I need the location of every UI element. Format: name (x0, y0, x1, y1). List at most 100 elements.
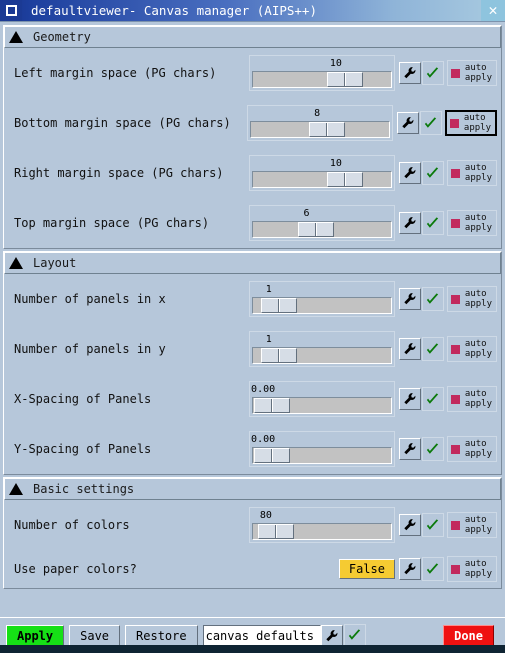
wrench-icon[interactable] (320, 624, 343, 647)
slider-track[interactable] (251, 523, 392, 540)
wrench-icon[interactable] (398, 212, 421, 234)
wrench-icon[interactable] (398, 338, 421, 360)
row-tools: auto apply (398, 210, 497, 236)
done-button[interactable]: Done (443, 624, 494, 647)
status-led (450, 564, 460, 574)
auto-apply-toggle[interactable]: auto apply (446, 210, 497, 236)
value-slider[interactable]: 6 (248, 205, 395, 241)
checkmark-icon[interactable] (421, 557, 444, 581)
checkmark-icon[interactable] (421, 387, 444, 411)
settings-panel: Geometry Left margin space (PG chars) 10 au… (0, 22, 505, 617)
slider-track[interactable] (251, 221, 392, 238)
preset-name-input[interactable]: canvas defaults (202, 625, 321, 646)
slider-track[interactable] (251, 171, 392, 188)
status-led (450, 294, 460, 304)
row-tools: auto apply (398, 286, 497, 312)
auto-apply-toggle[interactable]: auto apply (446, 556, 497, 582)
auto-apply-label-line1: auto (464, 389, 487, 399)
slider-track[interactable] (251, 71, 392, 88)
setting-label: Number of colors (14, 518, 130, 532)
section-header-geometry[interactable]: Geometry (4, 26, 501, 48)
slider-track[interactable] (249, 121, 390, 138)
setting-label: Right margin space (PG chars) (14, 166, 224, 180)
auto-apply-toggle[interactable]: auto apply (446, 286, 497, 312)
checkmark-icon[interactable] (421, 437, 444, 461)
auto-apply-toggle[interactable]: auto apply (444, 110, 497, 136)
value-slider[interactable]: 10 (248, 155, 395, 191)
window-square-icon[interactable] (0, 0, 22, 21)
auto-apply-label-line2: apply (464, 525, 492, 535)
section-title: Basic settings (33, 482, 135, 496)
apply-button[interactable]: Apply (6, 624, 65, 647)
auto-apply-toggle[interactable]: auto apply (446, 160, 497, 186)
wrench-icon[interactable] (398, 162, 421, 184)
wrench-icon[interactable] (398, 388, 421, 410)
checkmark-icon[interactable] (421, 287, 444, 311)
checkmark-icon[interactable] (421, 513, 444, 537)
value-slider[interactable]: 1 (248, 331, 395, 367)
checkmark-icon[interactable] (421, 337, 444, 361)
checkmark-icon[interactable] (343, 623, 366, 648)
checkmark-icon[interactable] (419, 111, 442, 135)
setting-label: X-Spacing of Panels (14, 392, 152, 406)
wrench-icon[interactable] (398, 514, 421, 536)
section-header-basic-settings[interactable]: Basic settings (4, 478, 501, 500)
slider-handle[interactable] (258, 524, 295, 539)
section-header-layout[interactable]: Layout (4, 252, 501, 274)
slider-handle[interactable] (327, 72, 364, 87)
slider-handle[interactable] (261, 298, 298, 313)
slider-track[interactable] (251, 347, 392, 364)
slider-value: 0.00 (251, 384, 276, 395)
auto-apply-toggle[interactable]: auto apply (446, 336, 497, 362)
auto-apply-label-line1: auto (464, 63, 487, 73)
value-slider[interactable]: 0.00 (248, 431, 395, 467)
wrench-icon[interactable] (398, 558, 421, 580)
checkmark-icon[interactable] (421, 211, 444, 235)
value-slider[interactable]: 8 (246, 105, 393, 141)
auto-apply-label-line2: apply (463, 123, 491, 133)
slider-value: 10 (329, 158, 342, 169)
auto-apply-label-line2: apply (464, 173, 492, 183)
setting-label: Use paper colors? (14, 562, 137, 576)
slider-track[interactable] (251, 297, 392, 314)
wrench-icon[interactable] (398, 62, 421, 84)
auto-apply-label-line1: auto (464, 439, 487, 449)
save-button[interactable]: Save (69, 624, 121, 647)
section-title: Layout (33, 256, 77, 270)
collapse-triangle-icon[interactable] (5, 31, 27, 43)
value-slider[interactable]: 0.00 (248, 381, 395, 417)
wrench-icon[interactable] (396, 112, 419, 134)
auto-apply-label-line2: apply (464, 349, 492, 359)
wrench-icon[interactable] (398, 438, 421, 460)
checkmark-icon[interactable] (421, 61, 444, 85)
slider-handle[interactable] (254, 398, 291, 413)
slider-track[interactable] (251, 447, 392, 464)
auto-apply-label-line2: apply (464, 299, 492, 309)
auto-apply-label-line2: apply (464, 223, 492, 233)
setting-label: Number of panels in x (14, 292, 166, 306)
auto-apply-toggle[interactable]: auto apply (446, 436, 497, 462)
slider-handle[interactable] (298, 222, 335, 237)
auto-apply-label-line1: auto (464, 559, 487, 569)
slider-handle[interactable] (308, 122, 345, 137)
checkmark-icon[interactable] (421, 161, 444, 185)
slider-track[interactable] (251, 397, 392, 414)
slider-handle[interactable] (261, 348, 298, 363)
slider-handle[interactable] (327, 172, 364, 187)
close-icon[interactable]: ✕ (481, 0, 505, 21)
collapse-triangle-icon[interactable] (5, 257, 27, 269)
auto-apply-toggle[interactable]: auto apply (446, 60, 497, 86)
restore-button[interactable]: Restore (125, 624, 198, 647)
boolean-toggle-button[interactable]: False (338, 559, 395, 579)
auto-apply-toggle[interactable]: auto apply (446, 512, 497, 538)
slider-value: 6 (303, 208, 310, 219)
setting-label: Bottom margin space (PG chars) (14, 116, 231, 130)
value-slider[interactable]: 10 (248, 55, 395, 91)
slider-handle[interactable] (254, 448, 291, 463)
auto-apply-label-line1: auto (464, 163, 487, 173)
wrench-icon[interactable] (398, 288, 421, 310)
value-slider[interactable]: 1 (248, 281, 395, 317)
collapse-triangle-icon[interactable] (5, 483, 27, 495)
auto-apply-toggle[interactable]: auto apply (446, 386, 497, 412)
value-slider[interactable]: 80 (248, 507, 395, 543)
